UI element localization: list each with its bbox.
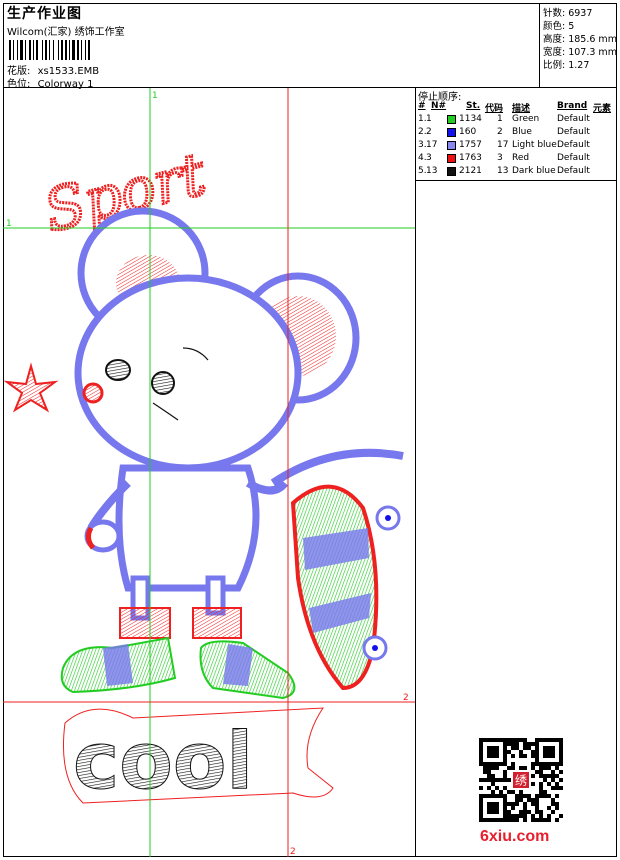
cool-text: cool — [73, 717, 253, 807]
guide-label-v2: 2 — [290, 847, 296, 857]
color-swatch — [447, 128, 456, 137]
row-brand: Default — [557, 114, 590, 124]
row-code: 3 — [497, 153, 503, 163]
row-stitches: 1757 — [459, 140, 482, 150]
table-header: # N# St. 代码 描述 Brand 元素 — [416, 100, 617, 114]
row-stitches: 1763 — [459, 153, 482, 163]
row-code: 1 — [497, 114, 503, 124]
row-desc: Dark blue — [512, 166, 556, 176]
color-count: 颜色: 5 — [543, 21, 575, 32]
color-sequence-table: # N# St. 代码 描述 Brand 元素 1. 1 1134 1 Green Def… — [416, 100, 617, 181]
row-brand: Default — [557, 166, 590, 176]
color-swatch — [447, 167, 456, 176]
design-canvas: Sport cool 1 1 2 2 — [3, 88, 416, 857]
header-panel: 生产作业图 Wilcom(汇家) 绣饰工作室 花版: xs1533.EMB 色位… — [3, 3, 540, 90]
row-needle: 17 — [426, 140, 438, 150]
guide-label-h2: 2 — [403, 693, 409, 703]
row-needle: 13 — [426, 166, 438, 176]
row-code: 17 — [497, 140, 509, 150]
star-shape — [3, 362, 59, 413]
skateboard — [290, 484, 401, 691]
embroidery-artwork: Sport cool 1 1 2 2 — [3, 88, 415, 857]
row-needle: 1 — [426, 114, 432, 124]
col-n: N# — [431, 101, 447, 111]
table-row: 4. 3 1763 3 Red Default — [416, 152, 617, 165]
row-needle: 3 — [426, 153, 432, 163]
col-brand: Brand — [557, 101, 588, 111]
qr-seal-text: 绣 — [515, 773, 527, 787]
table-row: 5. 13 2121 13 Dark blue Default — [416, 165, 617, 178]
col-idx: # — [418, 101, 426, 111]
table-row: 1. 1 1134 1 Green Default — [416, 113, 617, 126]
barcode — [9, 40, 119, 60]
qr-code: 绣 — [479, 738, 563, 822]
sheet-title: 生产作业图 — [7, 6, 82, 22]
row-needle: 2 — [426, 127, 432, 137]
color-swatch — [447, 115, 456, 124]
row-desc: Light blue — [512, 140, 557, 150]
table-row: 3. 17 1757 17 Light blue Default — [416, 139, 617, 152]
row-code: 2 — [497, 127, 503, 137]
row-brand: Default — [557, 153, 590, 163]
row-stitches: 160 — [459, 127, 477, 137]
studio-name: Wilcom(汇家) 绣饰工作室 — [7, 27, 125, 38]
row-code: 13 — [497, 166, 509, 176]
guide-label-h1: 1 — [6, 219, 12, 229]
row-desc: Red — [512, 153, 530, 163]
row-desc: Green — [512, 114, 540, 124]
nose — [82, 382, 104, 404]
mouse-tail — [270, 448, 404, 487]
row-brand: Default — [557, 127, 590, 137]
stop-sequence-panel: 停止顺序: # N# St. 代码 描述 Brand 元素 1. 1 1134 1 Gr… — [416, 88, 617, 857]
row-desc: Blue — [512, 127, 532, 137]
row-stitches: 1134 — [459, 114, 482, 124]
left-eye — [105, 359, 131, 381]
right-eye — [151, 371, 175, 395]
design-width: 宽度: 107.3 mm — [543, 47, 617, 58]
color-swatch — [447, 141, 456, 150]
guide-label-v1: 1 — [152, 91, 158, 101]
color-swatch — [447, 154, 456, 163]
design-scale: 比例: 1.27 — [543, 60, 590, 71]
mouse-body — [115, 464, 260, 592]
row-stitches: 2121 — [459, 166, 482, 176]
col-st: St. — [466, 101, 481, 111]
table-row: 2. 2 160 2 Blue Default — [416, 126, 617, 139]
stitch-count: 针数: 6937 — [543, 8, 593, 19]
stats-panel: 针数: 6937 颜色: 5 高度: 185.6 mm 宽度: 107.3 mm… — [540, 3, 617, 88]
row-brand: Default — [557, 140, 590, 150]
design-height: 高度: 185.6 mm — [543, 34, 617, 45]
site-logo: 6xiu.com — [480, 828, 550, 845]
